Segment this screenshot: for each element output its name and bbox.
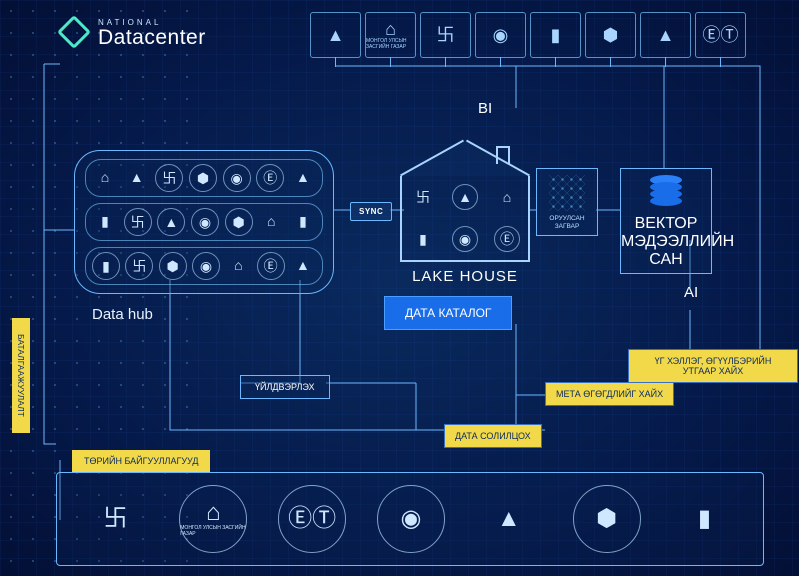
bottom-org-panel: 卐 ⌂МОНГОЛ УЛСЫН ЗАСГИЙН ГАЗАР ⒺⓉ ◉ ▲ ⬢ ▮ [56, 472, 764, 566]
embedding-label: ОРУУЛСАН ЗАГВАР [537, 215, 597, 231]
org-icon: ⬢ [225, 208, 253, 236]
gov-orgs-label: ТӨРИЙН БАЙГУУЛЛАГУУД [72, 450, 210, 472]
data-hub-row: ▮ 卐 ▲ ◉ ⬢ ⌂ ▮ [85, 203, 323, 241]
org-icon: ◉ [192, 252, 220, 280]
brand-logo: NATIONAL Datacenter [60, 18, 206, 48]
org-icon: Ⓔ [257, 252, 285, 280]
org-icon: ▮ [92, 208, 118, 234]
bottom-org-icon: ▮ [671, 486, 737, 552]
bottom-org-icon: ⒺⓉ [278, 485, 346, 553]
org-icon: ◉ [191, 208, 219, 236]
org-icon: ▲ [124, 164, 150, 190]
top-org-icon: ◉ [475, 12, 526, 58]
top-org-icon: ▲ [640, 12, 691, 58]
top-org-icon: ⒺⓉ [695, 12, 746, 58]
org-icon: ⌂ [495, 185, 519, 209]
org-icon: ▮ [92, 252, 120, 280]
logo-mark-icon [60, 18, 90, 48]
org-icon: ◉ [452, 226, 478, 252]
org-icon: Ⓔ [494, 226, 520, 252]
org-icon: 卐 [124, 208, 152, 236]
vector-db-label: ВЕКТОР МЭДЭЭЛЛИЙН САН [621, 215, 711, 269]
data-hub-section: ⌂ ▲ 卐 ⬢ ◉ Ⓔ ▲ ▮ 卐 ▲ ◉ ⬢ ⌂ ▮ ▮ 卐 ⬢ ◉ ⌂ Ⓔ … [74, 150, 334, 323]
neural-mesh-icon [549, 175, 585, 211]
data-catalog-box: ДАТА КАТАЛОГ [384, 296, 512, 330]
org-icon: ▮ [290, 208, 316, 234]
top-org-icons: ▲ ⌂МОНГОЛ УЛСЫН ЗАСГИЙН ГАЗАР 卐 ◉ ▮ ⬢ ▲ … [310, 12, 746, 58]
vector-db-box: ВЕКТОР МЭДЭЭЛЛИЙН САН [620, 168, 712, 274]
validation-label: БАТАЛГААЖУУЛАЛТ [12, 318, 30, 433]
database-icon [650, 175, 682, 211]
org-icon: Ⓔ [256, 164, 284, 192]
org-icon: ⌂ [258, 208, 284, 234]
org-icon: ◉ [223, 164, 251, 192]
org-icon: ▲ [157, 208, 185, 236]
org-icon: 卐 [411, 185, 435, 209]
top-org-icon: 卐 [420, 12, 471, 58]
ai-label: AI [684, 284, 698, 301]
bottom-org-icon: ⬢ [573, 485, 641, 553]
org-icon: ▲ [452, 184, 478, 210]
bottom-org-icon: ◉ [377, 485, 445, 553]
logo-main-text: Datacenter [98, 27, 206, 48]
top-org-icon: ▲ [310, 12, 361, 58]
sync-label: SYNC [350, 202, 392, 221]
lakehouse-section: 卐 ▲ ⌂ ▮ ◉ Ⓔ LAKE HOUSE [400, 140, 530, 285]
org-icon: ▲ [290, 164, 316, 190]
bottom-org-icon: 卐 [82, 486, 148, 552]
data-hub-row: ⌂ ▲ 卐 ⬢ ◉ Ⓔ ▲ [85, 159, 323, 197]
top-org-icon: ⬢ [585, 12, 636, 58]
metadata-search-label: МЕТА ӨГӨГДЛИЙГ ХАЙХ [545, 382, 674, 406]
org-icon: ▲ [290, 252, 316, 278]
org-icon: ⌂ [92, 164, 118, 190]
chimney-icon [496, 146, 510, 164]
org-icon: ⬢ [159, 252, 187, 280]
org-icon: 卐 [155, 164, 183, 192]
data-hub-row: ▮ 卐 ⬢ ◉ ⌂ Ⓔ ▲ [85, 247, 323, 285]
bottom-org-icon: ▲ [476, 486, 542, 552]
lakehouse-label: LAKE HOUSE [400, 268, 530, 285]
embedding-model-box: ОРУУЛСАН ЗАГВАР [536, 168, 598, 236]
semantic-search-label: ҮГ ХЭЛЛЭГ, ӨГҮҮЛБЭРИЙН УТГААР ХАЙХ [628, 349, 798, 383]
data-hub-label: Data hub [92, 306, 334, 323]
bottom-org-icon: ⌂МОНГОЛ УЛСЫН ЗАСГИЙН ГАЗАР [179, 485, 247, 553]
top-org-icon: ⌂МОНГОЛ УЛСЫН ЗАСГИЙН ГАЗАР [365, 12, 416, 58]
org-icon: 卐 [125, 252, 153, 280]
org-icon: ⬢ [189, 164, 217, 192]
data-exchange-label: ДАТА СОЛИЛЦОХ [444, 424, 542, 448]
org-icon: ▮ [411, 227, 435, 251]
process-label: ҮЙЛДВЭРЛЭХ [240, 375, 330, 399]
bi-label: BI [478, 100, 492, 117]
top-org-icon: ▮ [530, 12, 581, 58]
data-hub-panel: ⌂ ▲ 卐 ⬢ ◉ Ⓔ ▲ ▮ 卐 ▲ ◉ ⬢ ⌂ ▮ ▮ 卐 ⬢ ◉ ⌂ Ⓔ … [74, 150, 334, 294]
org-icon: ⌂ [225, 252, 251, 278]
